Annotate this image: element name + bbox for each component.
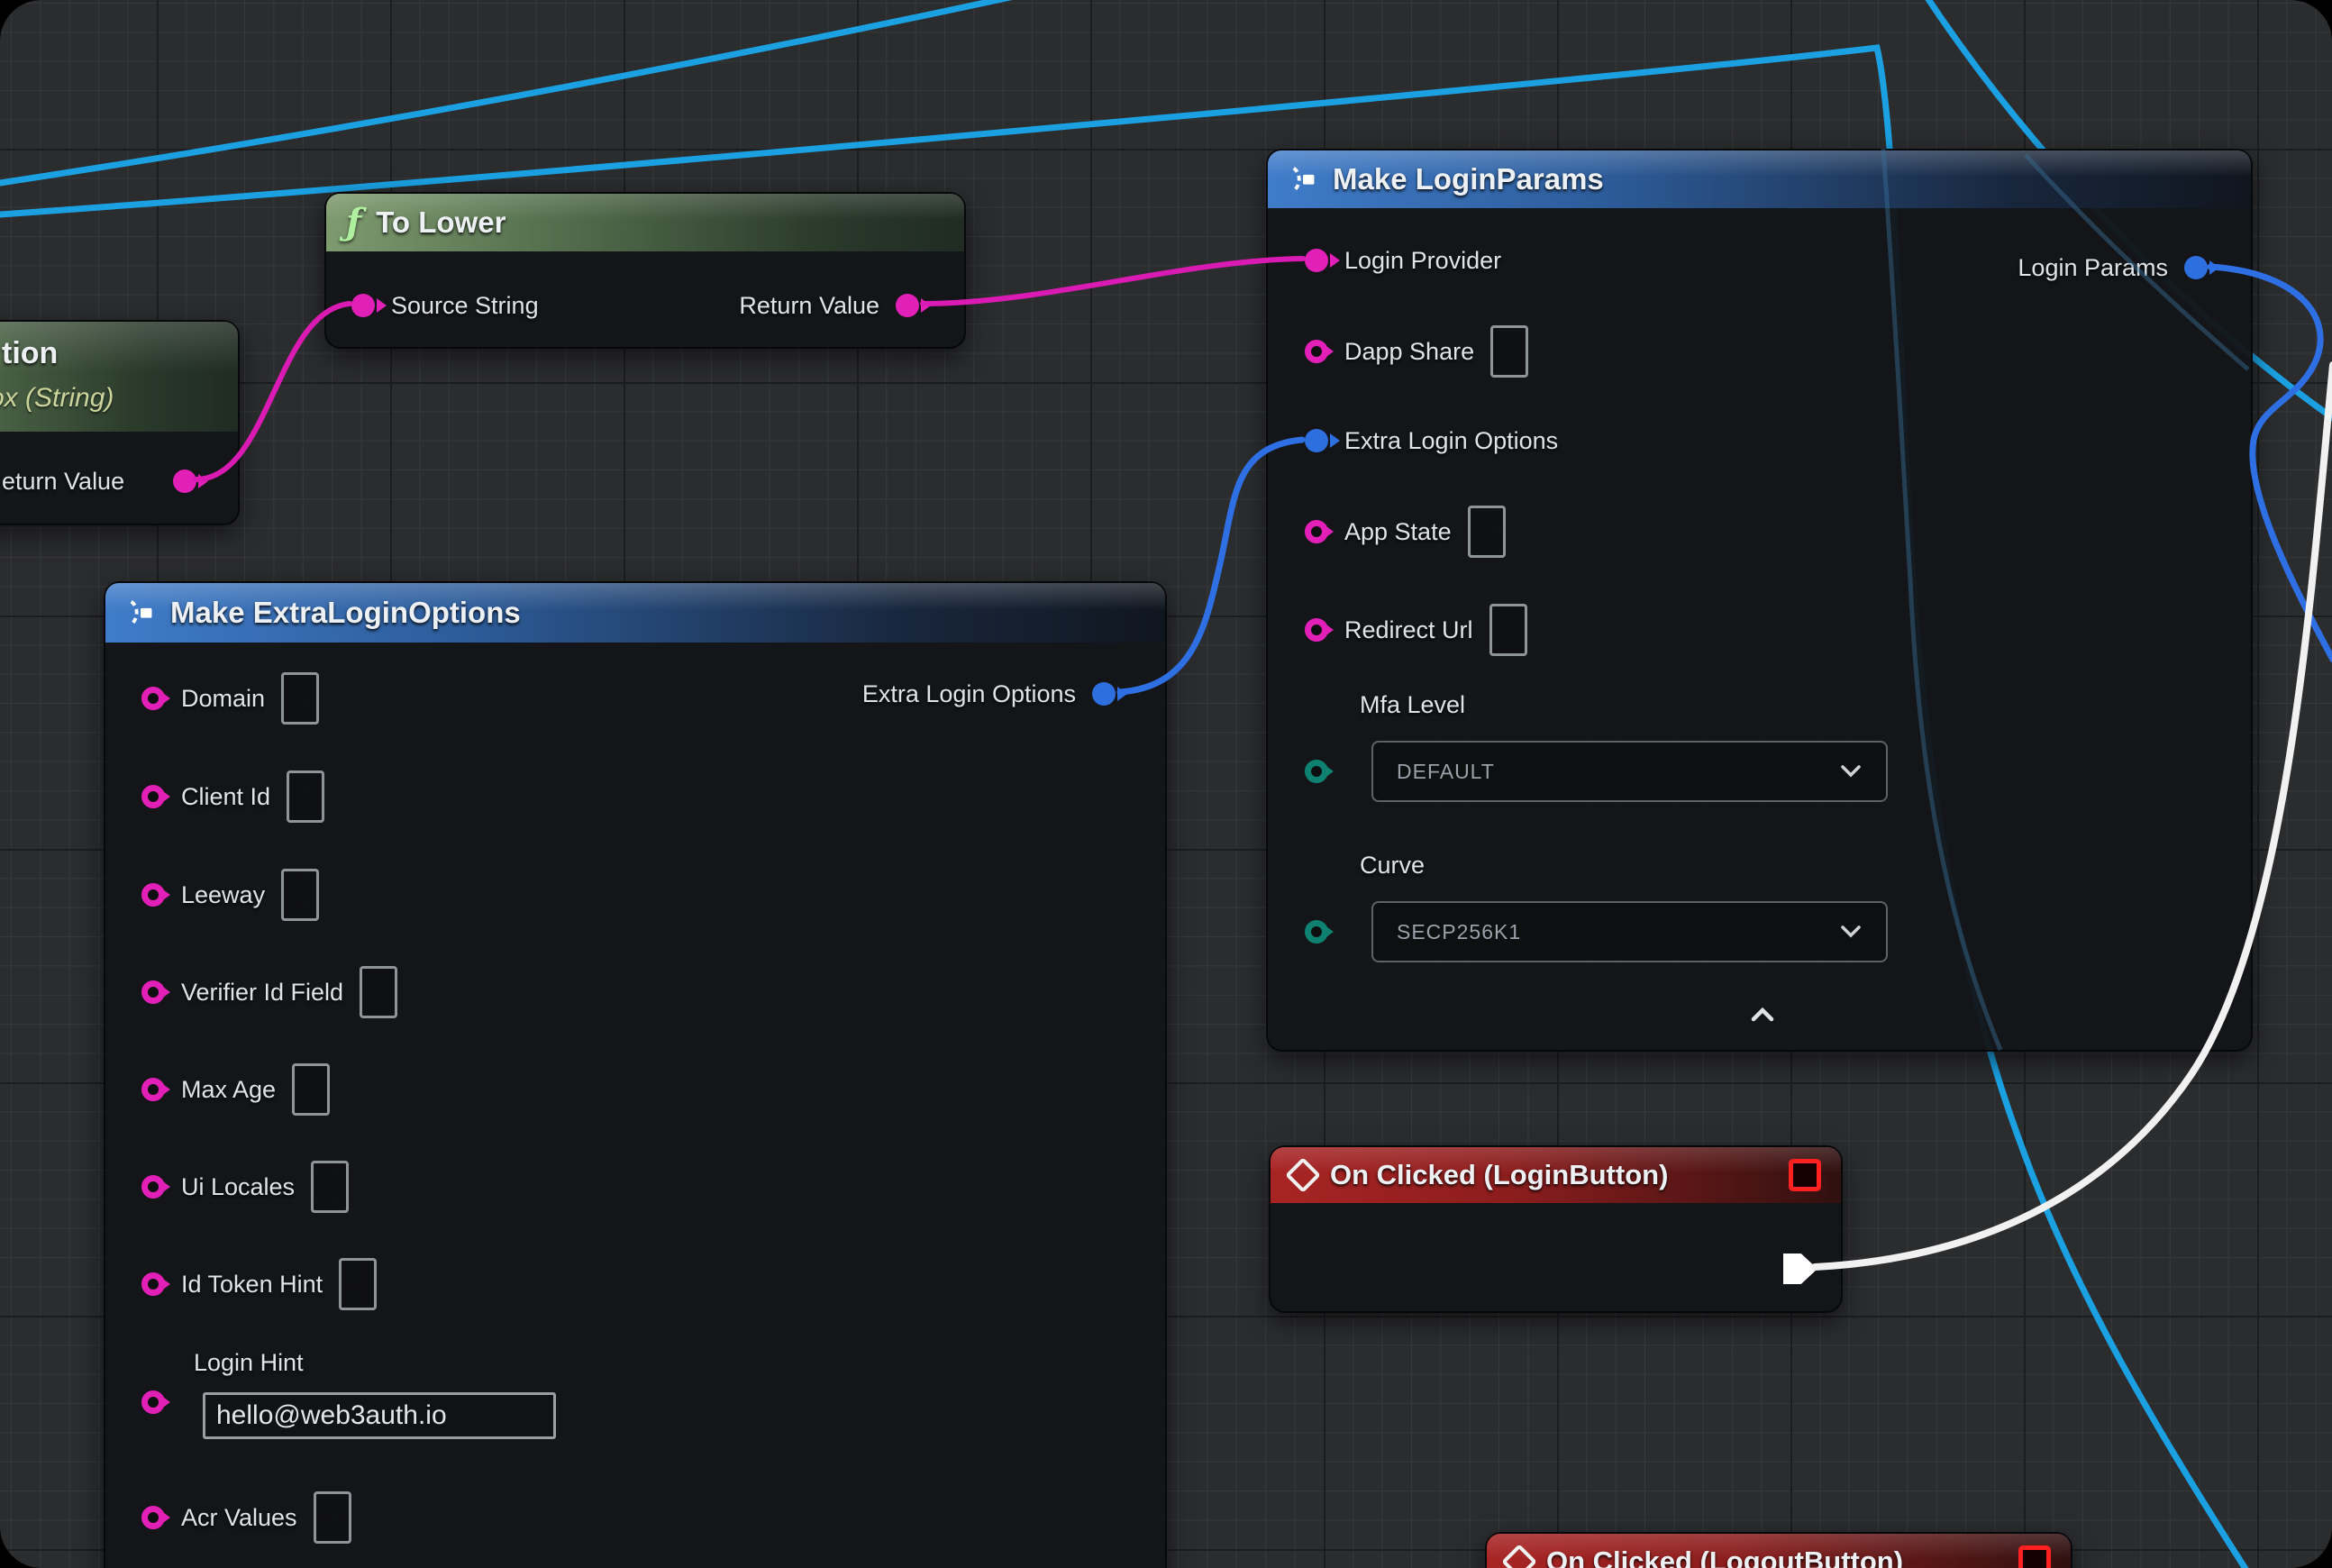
node-subtitle-fragment: ox (String) <box>0 383 114 414</box>
pin-label-acr-values: Acr Values <box>181 1504 297 1532</box>
wire-cyan-top-left[interactable] <box>0 0 1023 183</box>
output-pin-return-value[interactable] <box>896 294 919 317</box>
node-partial-pure-function[interactable]: tion ox (String) eturn Value <box>0 320 240 525</box>
blueprint-canvas[interactable]: tion ox (String) eturn Value ƒ To Lower … <box>0 0 2332 1568</box>
pin-label-leeway: Leeway <box>181 881 265 909</box>
pin-label-verifier-id-field: Verifier Id Field <box>181 979 343 1007</box>
mfa-level-dropdown[interactable]: DEFAULT <box>1371 741 1888 802</box>
input-pin-client-id[interactable] <box>141 785 165 808</box>
node-title: Make ExtraLoginOptions <box>170 596 521 630</box>
node-header: Make LoginParams <box>1268 150 2251 208</box>
node-on-clicked-login-button[interactable]: On Clicked (LoginButton) <box>1269 1145 1843 1313</box>
input-pin-extra-login-options[interactable] <box>1305 429 1328 452</box>
node-title: On Clicked (LoginButton) <box>1330 1159 1668 1191</box>
wire-to-lower-to-login-provider[interactable] <box>923 259 1303 304</box>
node-title: Make LoginParams <box>1333 162 1604 196</box>
input-pin-max-age[interactable] <box>141 1078 165 1101</box>
pin-label-dapp-share: Dapp Share <box>1344 338 1474 366</box>
node-header: On Clicked (LoginButton) <box>1271 1147 1841 1203</box>
output-pin-extra-login-options[interactable] <box>1092 682 1116 706</box>
pin-value-box-redirect-url[interactable] <box>1489 604 1527 656</box>
chevron-down-icon <box>1839 763 1863 779</box>
input-pin-redirect-url[interactable] <box>1305 618 1328 642</box>
pin-label-domain: Domain <box>181 685 265 713</box>
pin-value-box-client-id[interactable] <box>287 770 324 823</box>
pin-value-box-leeway[interactable] <box>281 869 319 921</box>
pin-label-mfa-level: Mfa Level <box>1360 691 1465 719</box>
node-header: Make ExtraLoginOptions <box>105 583 1165 643</box>
pin-label-return-value: eturn Value <box>2 468 124 496</box>
pin-label-client-id: Client Id <box>181 783 270 811</box>
pin-value-box-acr-values[interactable] <box>314 1491 351 1544</box>
node-title-fragment: tion <box>2 336 58 371</box>
pin-label-extra-login-options-out: Extra Login Options <box>862 680 1076 708</box>
node-title: To Lower <box>376 205 506 240</box>
pin-label-curve: Curve <box>1360 852 1425 880</box>
node-make-extra-login-options[interactable]: Make ExtraLoginOptions Extra Login Optio… <box>104 581 1167 1568</box>
node-make-login-params[interactable]: Make LoginParams Login Params Login Prov… <box>1266 149 2253 1052</box>
curve-dropdown[interactable]: SECP256K1 <box>1371 901 1888 962</box>
mfa-level-value: DEFAULT <box>1397 760 1495 784</box>
pin-label-ui-locales: Ui Locales <box>181 1173 295 1201</box>
pin-value-box-ui-locales[interactable] <box>311 1161 349 1213</box>
input-pin-id-token-hint[interactable] <box>141 1272 165 1296</box>
input-pin-ui-locales[interactable] <box>141 1175 165 1199</box>
pin-value-box-app-state[interactable] <box>1468 506 1506 558</box>
node-title: On Clicked (LogoutButton) <box>1546 1545 1903 1568</box>
pin-label-extra-login-options: Extra Login Options <box>1344 427 1558 455</box>
function-icon: ƒ <box>346 205 361 241</box>
pin-label-login-hint: Login Hint <box>194 1349 304 1377</box>
pin-value-box-id-token-hint[interactable] <box>339 1258 377 1310</box>
delegate-pin[interactable] <box>2018 1545 2051 1568</box>
collapse-chevron-icon[interactable] <box>1746 1005 1779 1025</box>
pin-label-id-token-hint: Id Token Hint <box>181 1271 323 1299</box>
pin-label-redirect-url: Redirect Url <box>1344 616 1473 644</box>
event-diamond-icon <box>1501 1544 1537 1568</box>
make-struct-icon <box>125 597 156 628</box>
output-pin-return-value[interactable] <box>173 469 196 493</box>
pin-label-return-value: Return Value <box>739 292 879 320</box>
input-pin-curve[interactable] <box>1305 920 1328 944</box>
input-pin-mfa-level[interactable] <box>1305 760 1328 783</box>
make-struct-icon <box>1288 164 1318 195</box>
pin-value-box-domain[interactable] <box>281 672 319 725</box>
pin-value-box-max-age[interactable] <box>292 1063 330 1116</box>
pin-label-source-string: Source String <box>391 292 539 320</box>
pin-value-box-verifier-id-field[interactable] <box>360 966 397 1018</box>
node-on-clicked-logout-button[interactable]: On Clicked (LogoutButton) <box>1485 1532 2072 1568</box>
input-pin-verifier-id-field[interactable] <box>141 980 165 1004</box>
input-pin-leeway[interactable] <box>141 883 165 907</box>
input-pin-app-state[interactable] <box>1305 520 1328 543</box>
input-pin-domain[interactable] <box>141 687 165 710</box>
output-pin-login-params[interactable] <box>2184 256 2208 279</box>
login-hint-input[interactable] <box>203 1392 556 1439</box>
node-to-lower[interactable]: ƒ To Lower Source String Return Value <box>324 192 966 349</box>
input-pin-acr-values[interactable] <box>141 1506 165 1529</box>
curve-value: SECP256K1 <box>1397 920 1521 944</box>
pin-label-login-provider: Login Provider <box>1344 247 1501 275</box>
delegate-pin[interactable] <box>1789 1159 1821 1191</box>
chevron-down-icon <box>1839 924 1863 940</box>
event-diamond-icon <box>1285 1157 1321 1193</box>
input-pin-dapp-share[interactable] <box>1305 340 1328 363</box>
input-pin-source-string[interactable] <box>351 294 375 317</box>
node-header: ƒ To Lower <box>326 194 964 251</box>
node-header: On Clicked (LogoutButton) <box>1487 1534 2071 1568</box>
input-pin-login-hint[interactable] <box>141 1390 165 1414</box>
pin-value-box-dapp-share[interactable] <box>1490 325 1528 378</box>
pin-label-max-age: Max Age <box>181 1076 276 1104</box>
input-pin-login-provider[interactable] <box>1305 249 1328 272</box>
pin-label-app-state: App State <box>1344 518 1452 546</box>
